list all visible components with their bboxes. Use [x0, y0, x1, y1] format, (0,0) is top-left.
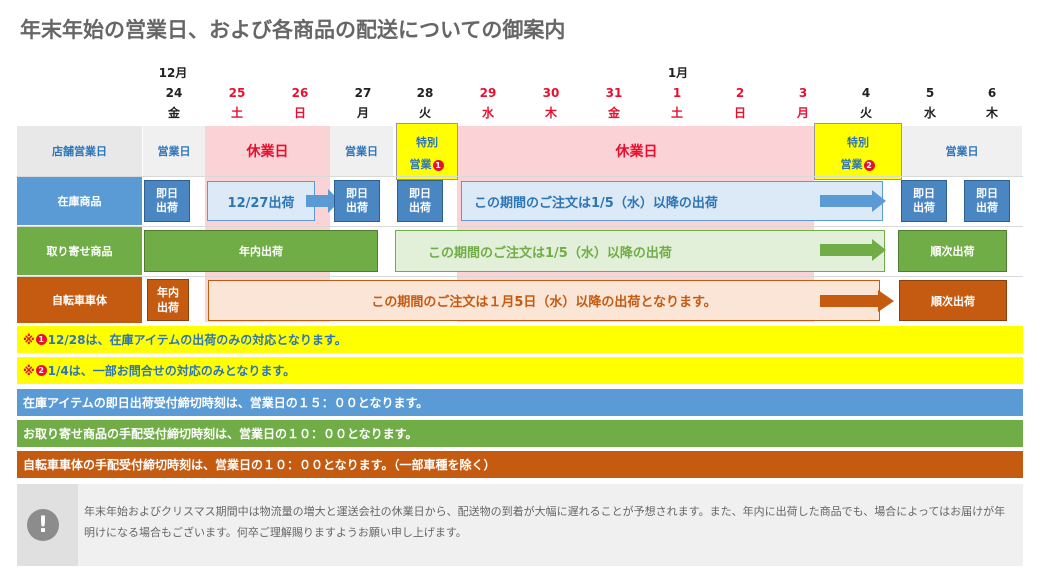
date-day: 25 [228, 86, 246, 100]
note-1-prefix: ※ [23, 332, 35, 347]
divider [17, 226, 1023, 227]
date-dow: 金 [607, 106, 620, 120]
date-dow: 木 [544, 106, 557, 120]
date-dow: 月 [356, 106, 369, 120]
special-2-bottom: 営業 2 [815, 154, 901, 176]
stock-same-day-24: 即日 出荷 [144, 180, 190, 222]
date-day: 29 [479, 86, 497, 100]
date-day: 27 [354, 86, 372, 100]
date-dow: 日 [733, 106, 746, 120]
month-dec: 12月 [158, 66, 188, 80]
exclamation-icon: ! [27, 509, 59, 541]
store-special-2: 特別 営業 2 [814, 123, 902, 180]
date-day: 5 [925, 86, 935, 100]
order-period-msg: この期間のご注文は1/5（水）以降の出荷 [395, 230, 885, 272]
stock-same-day-28: 即日 出荷 [397, 180, 443, 222]
divider [17, 176, 1023, 177]
date-dow: 水 [923, 106, 936, 120]
date-day: 1 [672, 86, 682, 100]
store-open-3: 営業日 [902, 126, 1022, 176]
order-within-year: 年内出荷 [144, 230, 378, 272]
date-day: 31 [605, 86, 623, 100]
stock-same-day-5: 即日 出荷 [901, 180, 947, 222]
date-day: 3 [798, 86, 808, 100]
date-dow: 金 [167, 106, 180, 120]
date-dow: 火 [859, 106, 872, 120]
date-day: 28 [416, 86, 434, 100]
note-3: 在庫アイテムの即日出荷受付締切時刻は、営業日の１５：００となります。 [17, 389, 1023, 416]
note-2-prefix: ※ [23, 363, 35, 378]
note-2: ※ 2 1/4は、一部お問合せの対応のみとなります。 [17, 357, 1023, 384]
store-closed-1: 休業日 [246, 144, 289, 160]
store-special-1: 特別 営業 1 [396, 123, 458, 180]
note-1-text: 12/28は、在庫アイテムの出荷のみの対応となります。 [47, 333, 347, 347]
row-label-order: 取り寄せ商品 [17, 227, 142, 275]
row-label-store: 店舗営業日 [17, 126, 142, 176]
note-1: ※ 1 12/28は、在庫アイテムの出荷のみの対応となります。 [17, 326, 1023, 353]
stock-ship-1227: 12/27出荷 [207, 181, 315, 221]
num-2-icon: 2 [863, 159, 875, 171]
num-1-icon: 1 [35, 334, 47, 345]
stock-same-day-6: 即日 出荷 [964, 180, 1010, 222]
special-2-label: 営業 [840, 158, 863, 171]
store-closed-2: 休業日 [615, 144, 658, 160]
bike-within-year: 年内 出荷 [147, 279, 189, 321]
page-title: 年末年始の営業日、および各商品の配送についての御案内 [20, 18, 566, 42]
special-1-bottom: 営業 1 [397, 154, 457, 176]
date-dow: 土 [230, 106, 243, 120]
divider [17, 276, 1023, 277]
stock-same-day-27: 即日 出荷 [334, 180, 380, 222]
date-day: 6 [987, 86, 997, 100]
special-1-top: 特別 [416, 136, 438, 149]
arrow-icon [820, 239, 886, 261]
date-dow: 水 [481, 106, 494, 120]
date-day: 4 [861, 86, 871, 100]
date-dow: 土 [670, 106, 683, 120]
note-2-text: 1/4は、一部お問合せの対応のみとなります。 [47, 364, 296, 378]
order-sequential: 順次出荷 [898, 230, 1007, 272]
date-day: 26 [291, 86, 309, 100]
bike-sequential: 順次出荷 [899, 280, 1007, 321]
date-day: 2 [735, 86, 745, 100]
arrow-icon [820, 290, 894, 312]
note-4: お取り寄せ商品の手配受付締切時刻は、営業日の１０：００となります。 [17, 420, 1023, 447]
row-label-bike: 自転車車体 [17, 277, 142, 323]
store-open-2: 営業日 [330, 126, 393, 176]
info-box: ! 年末年始およびクリスマス期間中は物流量の増大と運送会社の休業日から、配送物の… [17, 484, 1023, 566]
row-label-stock: 在庫商品 [17, 177, 142, 225]
date-dow: 木 [985, 106, 998, 120]
num-1-icon: 1 [432, 159, 444, 171]
store-open-1: 営業日 [143, 126, 205, 176]
special-2-top: 特別 [847, 136, 869, 149]
num-2-icon: 2 [35, 365, 47, 376]
arrow-icon [820, 190, 886, 212]
date-dow: 月 [796, 106, 809, 120]
date-dow: 火 [418, 106, 431, 120]
date-day: 24 [165, 86, 183, 100]
date-dow: 日 [293, 106, 306, 120]
info-text: 年末年始およびクリスマス期間中は物流量の増大と運送会社の休業日から、配送物の到着… [84, 505, 1006, 539]
note-5: 自転車車体の手配受付締切時刻は、営業日の１０：００となります。（一部車種を除く） [17, 451, 1023, 478]
month-jan: 1月 [667, 66, 689, 80]
special-1-label: 営業 [409, 158, 432, 171]
bike-period-msg: この期間のご注文は１月5日（水）以降の出荷となります。 [208, 280, 880, 321]
date-day: 30 [542, 86, 560, 100]
